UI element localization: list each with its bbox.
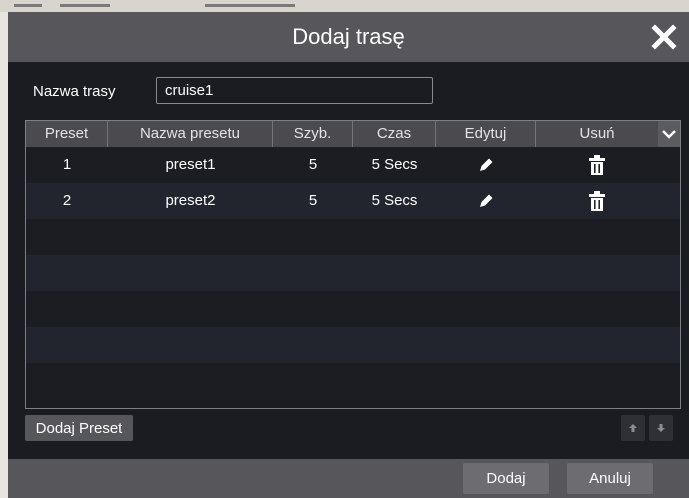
cell-speed: 5 [308, 156, 318, 173]
empty-table-row [26, 255, 680, 291]
pencil-icon[interactable] [436, 147, 536, 183]
dialog-title: Dodaj trasę [292, 24, 405, 49]
column-header-preset-name: Nazwa presetu [108, 121, 273, 147]
chevron-down-icon[interactable] [658, 121, 680, 147]
arrow-up-icon[interactable] [621, 415, 645, 441]
trash-icon[interactable] [536, 147, 658, 183]
presets-table: Preset Nazwa presetu Szyb. Czas Edytuj U… [25, 120, 681, 409]
column-header-delete: Usuń [579, 125, 615, 142]
pencil-icon[interactable] [436, 183, 536, 219]
dialog-footer: Dodaj Anuluj [8, 459, 689, 498]
dialog-titlebar: Dodaj trasę [8, 12, 689, 62]
add-route-dialog: Dodaj trasę Nazwa trasy Preset Nazwa pre… [8, 12, 689, 498]
column-header-time: Czas [353, 121, 436, 147]
background-mark [205, 4, 295, 7]
cell-time: 5 Secs [371, 192, 418, 209]
add-button[interactable]: Dodaj [463, 463, 549, 494]
table-row[interactable]: 2 preset2 5 5 Secs [26, 183, 680, 219]
trash-icon[interactable] [536, 183, 658, 219]
background-mark [14, 4, 42, 7]
cell-preset-name: preset1 [165, 156, 216, 173]
table-row[interactable]: 1 preset1 5 5 Secs [26, 147, 680, 183]
add-preset-button[interactable]: Dodaj Preset [25, 415, 133, 441]
route-name-label: Nazwa trasy [33, 83, 116, 100]
background-mark [60, 4, 110, 7]
empty-table-row [26, 327, 680, 363]
cell-speed: 5 [308, 192, 318, 209]
column-header-preset: Preset [26, 121, 108, 147]
close-icon[interactable] [647, 20, 681, 54]
cell-preset: 1 [62, 156, 72, 173]
empty-table-row [26, 219, 680, 255]
column-header-edit: Edytuj [436, 121, 536, 147]
cell-time: 5 Secs [371, 156, 418, 173]
empty-table-row [26, 363, 680, 399]
cell-preset: 2 [62, 192, 72, 209]
route-name-input[interactable] [156, 77, 433, 104]
background-window-strip [0, 0, 689, 12]
column-header-speed: Szyb. [273, 121, 353, 147]
cell-preset-name: preset2 [165, 192, 216, 209]
cancel-button[interactable]: Anuluj [567, 463, 653, 494]
arrow-down-icon[interactable] [649, 415, 673, 441]
empty-table-row [26, 291, 680, 327]
table-header: Preset Nazwa presetu Szyb. Czas Edytuj U… [26, 121, 680, 147]
